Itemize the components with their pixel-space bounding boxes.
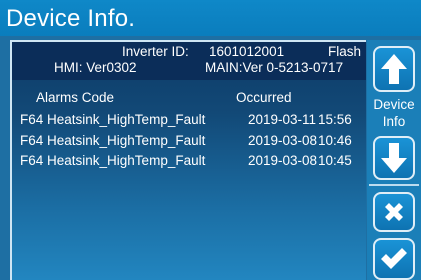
alarm-time: 10:45 <box>318 153 352 168</box>
alarm-list: F64 Heatsink_HighTemp_Fault 2019-03-11 1… <box>12 112 366 174</box>
page-up-button[interactable] <box>373 46 415 92</box>
device-info-panel: Inverter ID: 1601012001 Flash HMI: Ver03… <box>10 40 366 280</box>
inverter-id-value: 1601012001 <box>209 44 285 59</box>
device-info-line2: Info <box>382 114 406 129</box>
alarm-date: 2019-03-08 <box>248 132 318 148</box>
alarm-code: F64 Heatsink_HighTemp_Fault <box>20 153 206 168</box>
page-down-button[interactable] <box>373 136 415 180</box>
confirm-button[interactable] <box>373 238 415 280</box>
alarm-date: 2019-03-08 <box>248 153 318 168</box>
flash-label: Flash <box>328 44 362 59</box>
hmi-version: HMI: Ver0302 <box>54 60 137 75</box>
alarm-date: 2019-03-11 <box>248 112 317 127</box>
side-button-panel: Device Info <box>367 40 421 280</box>
device-header: Inverter ID: 1601012001 Flash HMI: Ver03… <box>12 42 366 80</box>
inverter-id-label: Inverter ID: <box>122 44 189 59</box>
alarm-time: 15:56 <box>318 112 352 127</box>
alarm-time: 10:46 <box>318 132 352 148</box>
device-info-line1: Device <box>373 97 415 112</box>
main-version: MAIN:Ver 0-5213-0717 <box>205 60 344 75</box>
alarm-row: F64 Heatsink_HighTemp_Fault 2019-03-08 1… <box>12 153 366 174</box>
page-title: Device Info. <box>6 5 136 32</box>
x-icon <box>385 203 403 221</box>
check-icon <box>381 248 407 269</box>
alarm-code: F64 Heatsink_HighTemp_Fault <box>20 112 206 127</box>
button-separator <box>369 184 419 186</box>
arrow-down-icon <box>381 143 407 173</box>
cancel-button[interactable] <box>373 192 415 232</box>
device-info-label: Device Info <box>367 96 421 130</box>
occurred-header: Occurred <box>236 90 292 105</box>
title-bar: Device Info. <box>0 0 421 36</box>
alarm-row: F64 Heatsink_HighTemp_Fault 2019-03-08 1… <box>12 133 366 154</box>
alarm-code: F64 Heatsink_HighTemp_Fault <box>20 132 206 148</box>
arrow-up-icon <box>381 54 407 84</box>
alarm-row: F64 Heatsink_HighTemp_Fault 2019-03-11 1… <box>12 112 366 133</box>
alarms-code-header: Alarms Code <box>36 90 115 105</box>
